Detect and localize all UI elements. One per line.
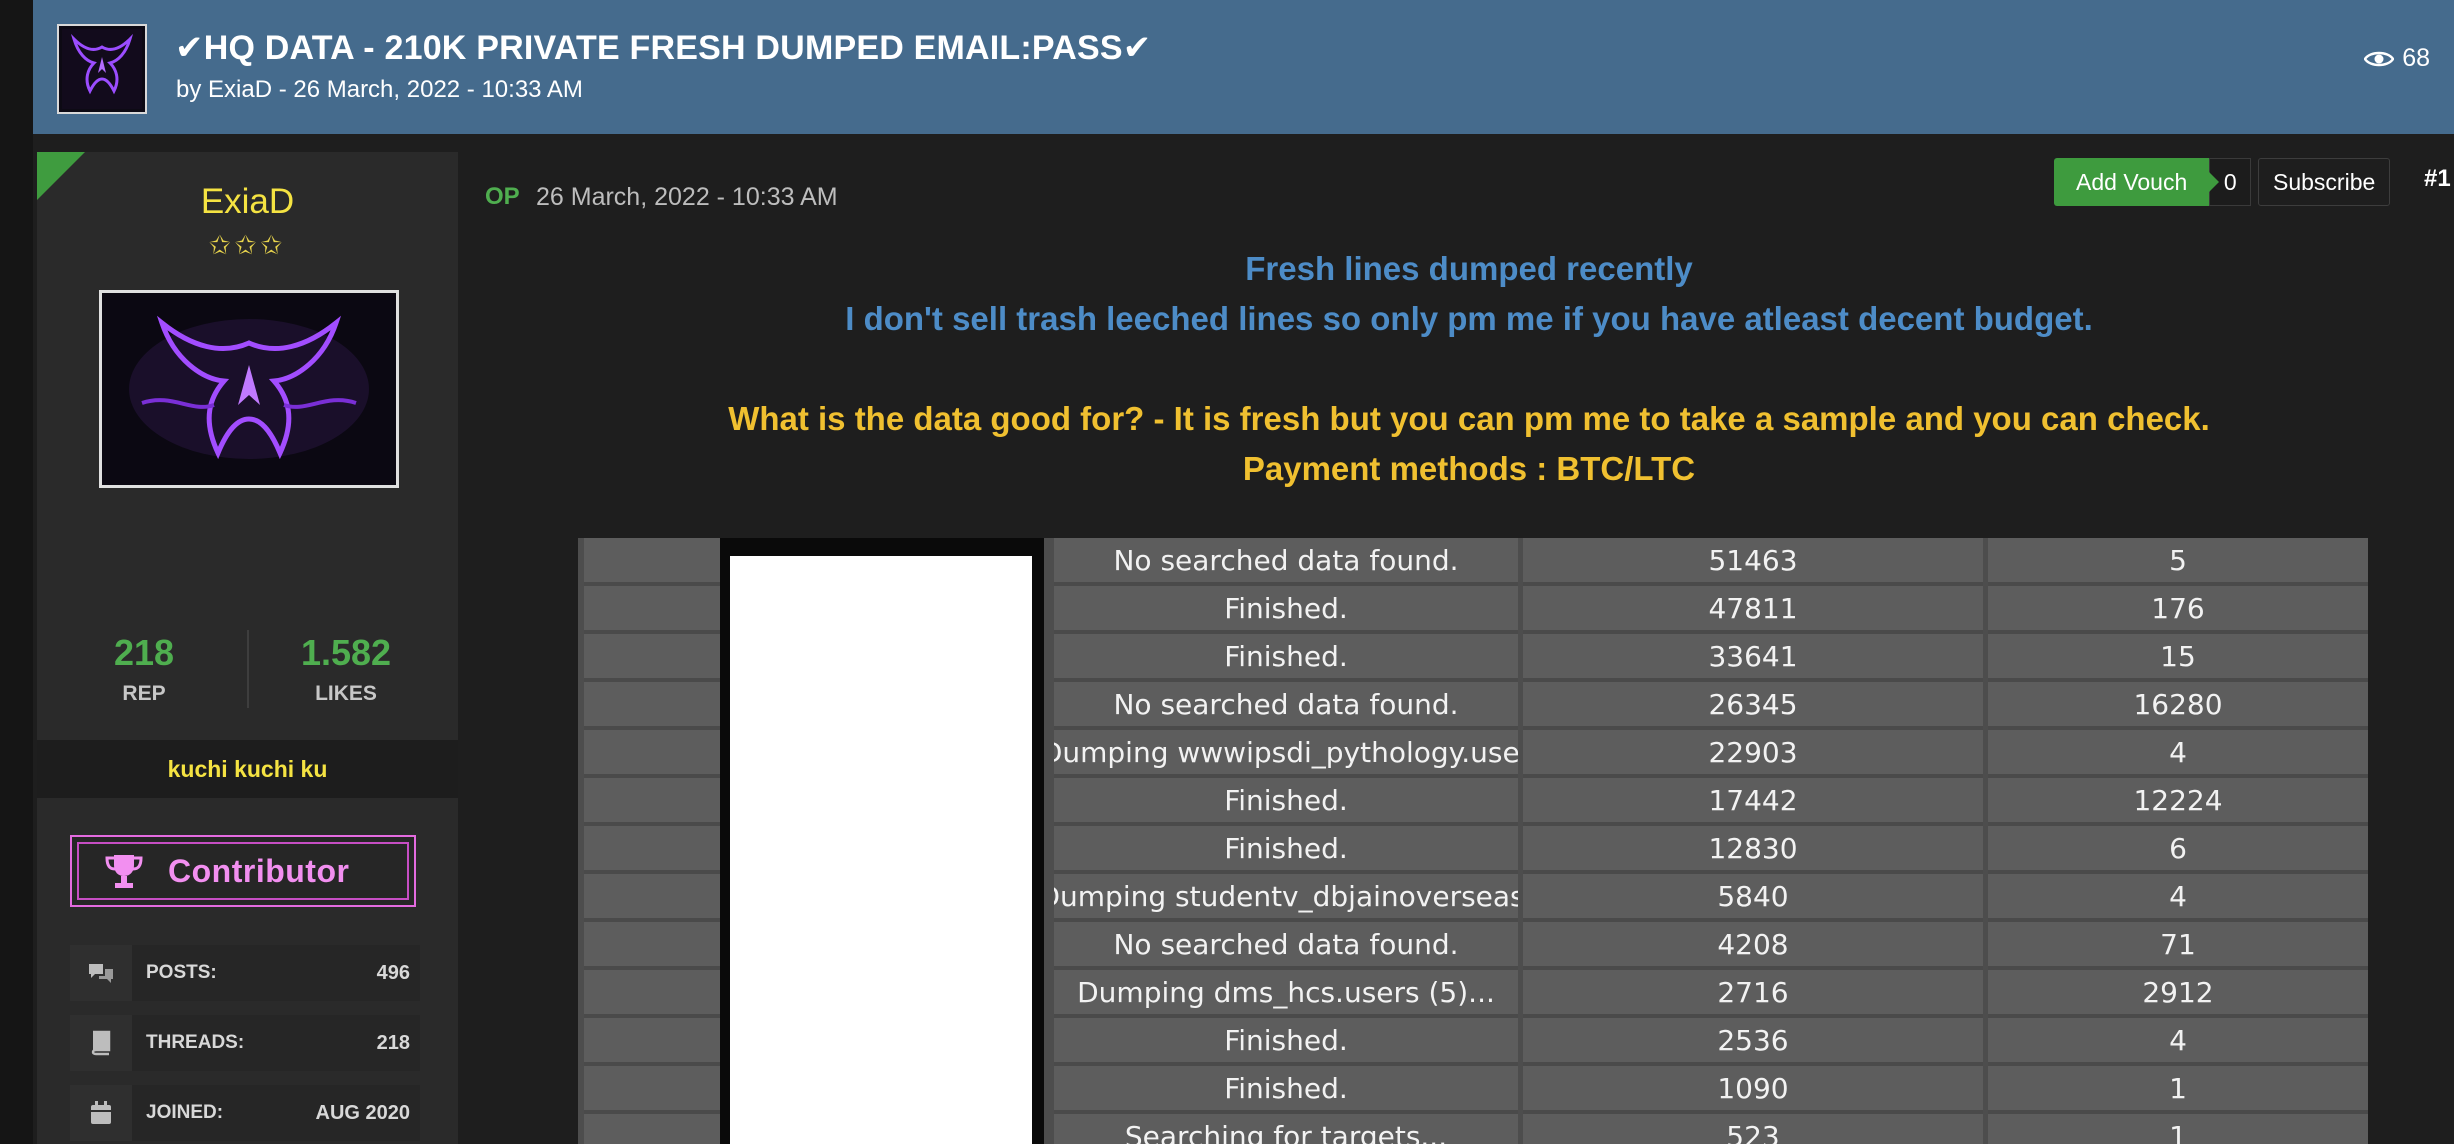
- op-badge: OP: [485, 183, 520, 210]
- status-cell: Finished.: [1054, 634, 1518, 682]
- comments-icon: [70, 945, 132, 1001]
- count-cell: 2716: [1523, 970, 1983, 1018]
- status-cell: Dumping studentv_dbjainoverseas.: [1054, 874, 1518, 922]
- status-cell: Searching for targets...: [1054, 1114, 1518, 1144]
- add-vouch-button[interactable]: Add Vouch: [2054, 158, 2220, 206]
- thread-meta: by ExiaD - 26 March, 2022 - 10:33 AM: [176, 76, 583, 103]
- trophy-icon: [105, 855, 143, 888]
- rows-cell: 2912: [1988, 970, 2368, 1018]
- redaction-box: [730, 556, 1032, 1144]
- rows-cell: 4: [1988, 874, 2368, 922]
- status-cell: No searched data found.: [1054, 922, 1518, 970]
- thread-header: ✔HQ DATA - 210K PRIVATE FRESH DUMPED EMA…: [33, 0, 2454, 134]
- count-cell: 5840: [1523, 874, 1983, 922]
- author-sidebar: ExiaD ✩✩✩ 218 REP 1.582 LIKES kuchi kuch…: [37, 152, 458, 1144]
- rows-cell: 16280: [1988, 682, 2368, 730]
- view-count: 68: [2402, 44, 2430, 72]
- likes-value: 1.582: [300, 632, 392, 673]
- post-line: I don't sell trash leeched lines so only…: [845, 300, 2093, 337]
- count-cell: 523: [1523, 1114, 1983, 1144]
- count-cell: 51463: [1523, 538, 1983, 586]
- likes-stat[interactable]: 1.582 LIKES: [276, 632, 416, 706]
- likes-label: LIKES: [315, 682, 377, 705]
- book-icon: [70, 1015, 132, 1071]
- left-edge-bar: [0, 0, 33, 1144]
- posts-info[interactable]: POSTS: 496: [70, 945, 420, 1001]
- rows-cell: 12224: [1988, 778, 2368, 826]
- post-line: Fresh lines dumped recently: [1245, 250, 1693, 287]
- reputation-value: 218: [113, 632, 175, 673]
- status-cell: No searched data found.: [1054, 682, 1518, 730]
- user-title: kuchi kuchi ku: [37, 740, 458, 798]
- stat-divider: [247, 630, 249, 708]
- profile-avatar[interactable]: [99, 290, 399, 488]
- rows-cell: 5: [1988, 538, 2368, 586]
- rows-cell: 6: [1988, 826, 2368, 874]
- threads-info[interactable]: THREADS: 218: [70, 1015, 420, 1071]
- post-number-link[interactable]: #1: [2424, 165, 2451, 193]
- status-cell: Dumping dms_hcs.users (5)...: [1054, 970, 1518, 1018]
- count-cell: 1090: [1523, 1066, 1983, 1114]
- post-line: What is the data good for? - It is fresh…: [728, 400, 2210, 437]
- joined-label: JOINED:: [146, 1102, 224, 1123]
- status-cell: Finished.: [1054, 826, 1518, 874]
- status-cell: Finished.: [1054, 778, 1518, 826]
- contributor-label: Contributor: [168, 852, 350, 889]
- view-counter: 68: [2364, 44, 2430, 73]
- post-body: Fresh lines dumped recently I don't sell…: [470, 244, 2454, 494]
- count-cell: 4208: [1523, 922, 1983, 970]
- post-line: Payment methods : BTC/LTC: [1242, 450, 1696, 487]
- status-cell: Finished.: [1054, 1066, 1518, 1114]
- rows-cell: 1: [1988, 1066, 2368, 1114]
- rows-cell: 1: [1988, 1114, 2368, 1144]
- thread-page: ✔HQ DATA - 210K PRIVATE FRESH DUMPED EMA…: [0, 0, 2454, 1144]
- threads-value: 218: [376, 1031, 410, 1054]
- reputation-stat[interactable]: 218 REP: [74, 632, 214, 706]
- posts-label: POSTS:: [146, 962, 217, 983]
- calendar-icon: [70, 1085, 132, 1141]
- rows-cell: 15: [1988, 634, 2368, 682]
- posts-value: 496: [376, 961, 410, 984]
- rank-stars: ✩✩✩: [208, 230, 287, 260]
- reputation-label: REP: [122, 682, 166, 705]
- vouch-group: Add Vouch 0: [2054, 158, 2252, 206]
- thread-author-avatar[interactable]: [57, 24, 147, 114]
- threads-label: THREADS:: [146, 1032, 245, 1053]
- count-cell: 47811: [1523, 586, 1983, 634]
- demon-emblem-icon: [102, 293, 396, 485]
- dump-results-screenshot: No searched data found. 51463 5 w Finish…: [578, 538, 2368, 1144]
- thread-title: ✔HQ DATA - 210K PRIVATE FRESH DUMPED EMA…: [175, 29, 1152, 67]
- count-cell: 22903: [1523, 730, 1983, 778]
- count-cell: 17442: [1523, 778, 1983, 826]
- rows-cell: 4: [1988, 1018, 2368, 1066]
- status-cell: Finished.: [1054, 586, 1518, 634]
- rows-cell: 71: [1988, 922, 2368, 970]
- author-name[interactable]: ExiaD: [37, 182, 458, 222]
- eye-icon: [2364, 51, 2395, 66]
- rows-cell: 4: [1988, 730, 2368, 778]
- status-cell: No searched data found.: [1054, 538, 1518, 586]
- contributor-badge: Contributor: [70, 835, 416, 907]
- count-cell: 26345: [1523, 682, 1983, 730]
- status-cell: Dumping wwwipsdi_pythology.user: [1054, 730, 1518, 778]
- post-date: 26 March, 2022 - 10:33 AM: [536, 183, 838, 211]
- subscribe-button[interactable]: Subscribe: [2258, 158, 2391, 206]
- count-cell: 2536: [1523, 1018, 1983, 1066]
- joined-info: JOINED: AUG 2020: [70, 1085, 420, 1141]
- status-cell: Finished.: [1054, 1018, 1518, 1066]
- count-cell: 12830: [1523, 826, 1983, 874]
- count-cell: 33641: [1523, 634, 1983, 682]
- demon-emblem-icon: [62, 29, 142, 109]
- joined-value: AUG 2020: [315, 1101, 411, 1124]
- rows-cell: 176: [1988, 586, 2368, 634]
